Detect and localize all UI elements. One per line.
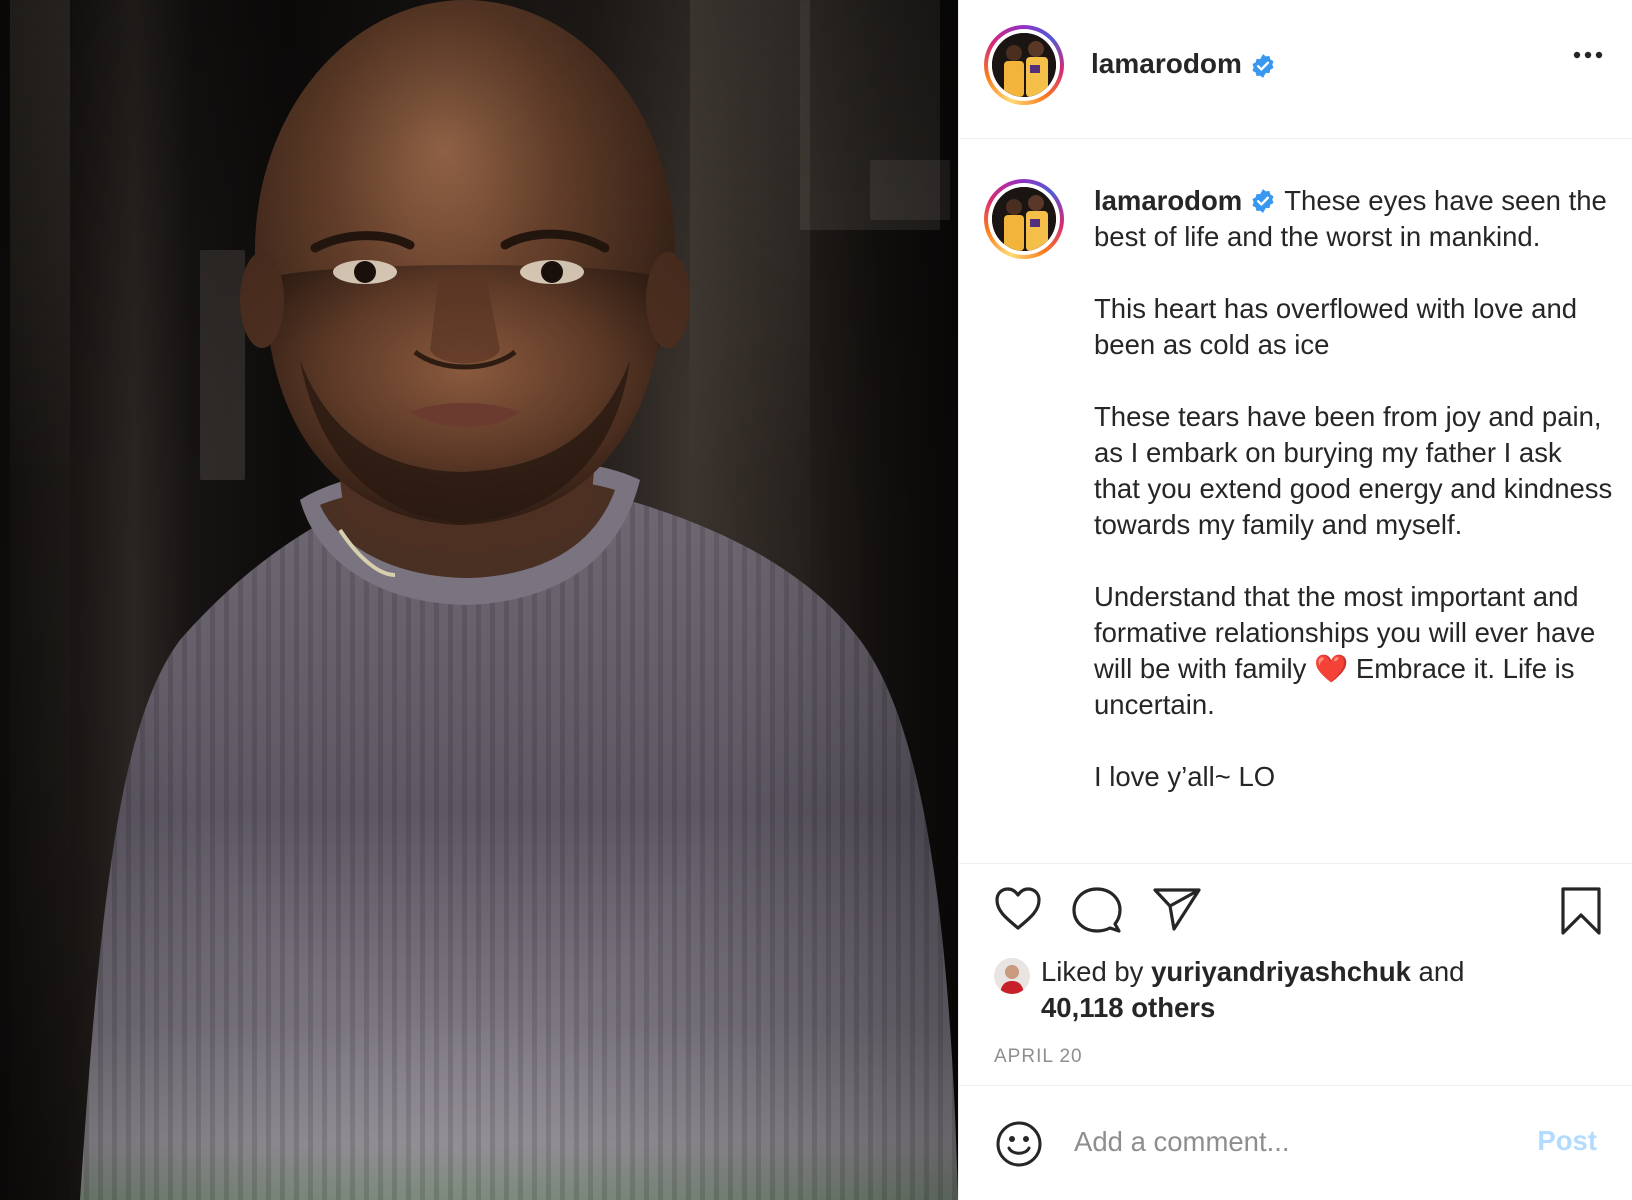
paper-plane-icon[interactable] xyxy=(1152,886,1202,932)
avatar-image-icon xyxy=(992,33,1056,97)
heart-icon[interactable] xyxy=(994,886,1042,932)
author-avatar[interactable] xyxy=(984,25,1064,105)
post-caption: lamarodom These eyes have seen the best … xyxy=(1094,183,1614,795)
caption-section: lamarodom These eyes have seen the best … xyxy=(959,140,1632,864)
likes-prefix: Liked by xyxy=(1041,956,1144,987)
bookmark-icon[interactable] xyxy=(1559,886,1603,936)
post-date[interactable]: APRIL 20 xyxy=(994,1046,1083,1068)
author-username[interactable]: lamarodom xyxy=(1091,48,1276,80)
likes-count-link[interactable]: 40,118 others xyxy=(1041,992,1215,1023)
likes-summary: Liked by yuriyandriyashchuk and 40,118 o… xyxy=(1041,954,1561,1026)
smiley-icon[interactable] xyxy=(995,1120,1043,1168)
likes-conjunction: and xyxy=(1418,956,1465,987)
post-actions: Liked by yuriyandriyashchuk and 40,118 o… xyxy=(959,866,1632,1086)
post-photo[interactable] xyxy=(0,0,958,1200)
verified-badge-icon xyxy=(1252,189,1274,213)
verified-badge-icon xyxy=(1252,53,1274,78)
caption-text: These eyes have seen the best of life an… xyxy=(1094,185,1613,792)
caption-author-avatar[interactable] xyxy=(984,179,1064,259)
liker-avatar-image-icon xyxy=(994,958,1030,994)
comment-icon[interactable] xyxy=(1072,886,1122,934)
post-header: lamarodom xyxy=(959,0,1632,139)
comment-input[interactable] xyxy=(1074,1119,1494,1165)
more-horizontal-icon[interactable] xyxy=(1573,50,1603,60)
liker-avatar[interactable] xyxy=(994,958,1030,994)
avatar-image-icon xyxy=(992,187,1056,251)
caption-username[interactable]: lamarodom xyxy=(1094,185,1242,216)
photo-vignette xyxy=(0,0,958,1200)
comment-form: Post xyxy=(959,1087,1632,1200)
post-panel: lamarodom lamarodom These eyes have seen… xyxy=(958,0,1632,1200)
liker-username[interactable]: yuriyandriyashchuk xyxy=(1151,956,1411,987)
post-comment-button[interactable]: Post xyxy=(1537,1125,1597,1157)
